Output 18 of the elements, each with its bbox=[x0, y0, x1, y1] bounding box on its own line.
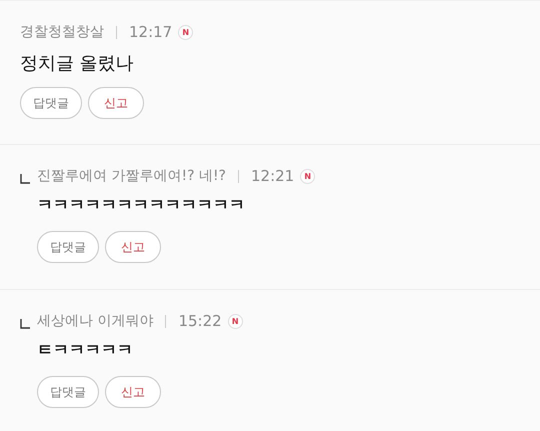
report-button[interactable]: 신고 bbox=[105, 376, 161, 408]
comment-time: 12:21 bbox=[251, 167, 294, 185]
comment-text: ㅋㅋㅋㅋㅋㅋㅋㅋㅋㅋㅋㅋㅋ bbox=[37, 195, 246, 216]
reply-button[interactable]: 답댓글 bbox=[37, 231, 99, 263]
report-button[interactable]: 신고 bbox=[88, 87, 144, 119]
author-name: 경찰청철창살 bbox=[20, 23, 104, 41]
reply-button[interactable]: 답댓글 bbox=[37, 376, 99, 408]
new-badge: N bbox=[300, 168, 316, 184]
author-name: 세상에나 이게뭐야 bbox=[37, 312, 154, 330]
comment-text: ㅌㅋㅋㅋㅋㅋ bbox=[37, 340, 134, 361]
new-badge: N bbox=[178, 24, 194, 40]
author-name: 진짤루에여 가짤루에여!? 네!? bbox=[37, 167, 226, 185]
report-button[interactable]: 신고 bbox=[105, 231, 161, 263]
comment-time: 15:22 bbox=[178, 312, 222, 330]
new-badge: N bbox=[228, 314, 243, 328]
comment-time: 12:17 bbox=[129, 23, 172, 41]
reply-button[interactable]: 답댓글 bbox=[20, 87, 82, 119]
comment-text: 정치글 올렸나 bbox=[20, 52, 135, 76]
